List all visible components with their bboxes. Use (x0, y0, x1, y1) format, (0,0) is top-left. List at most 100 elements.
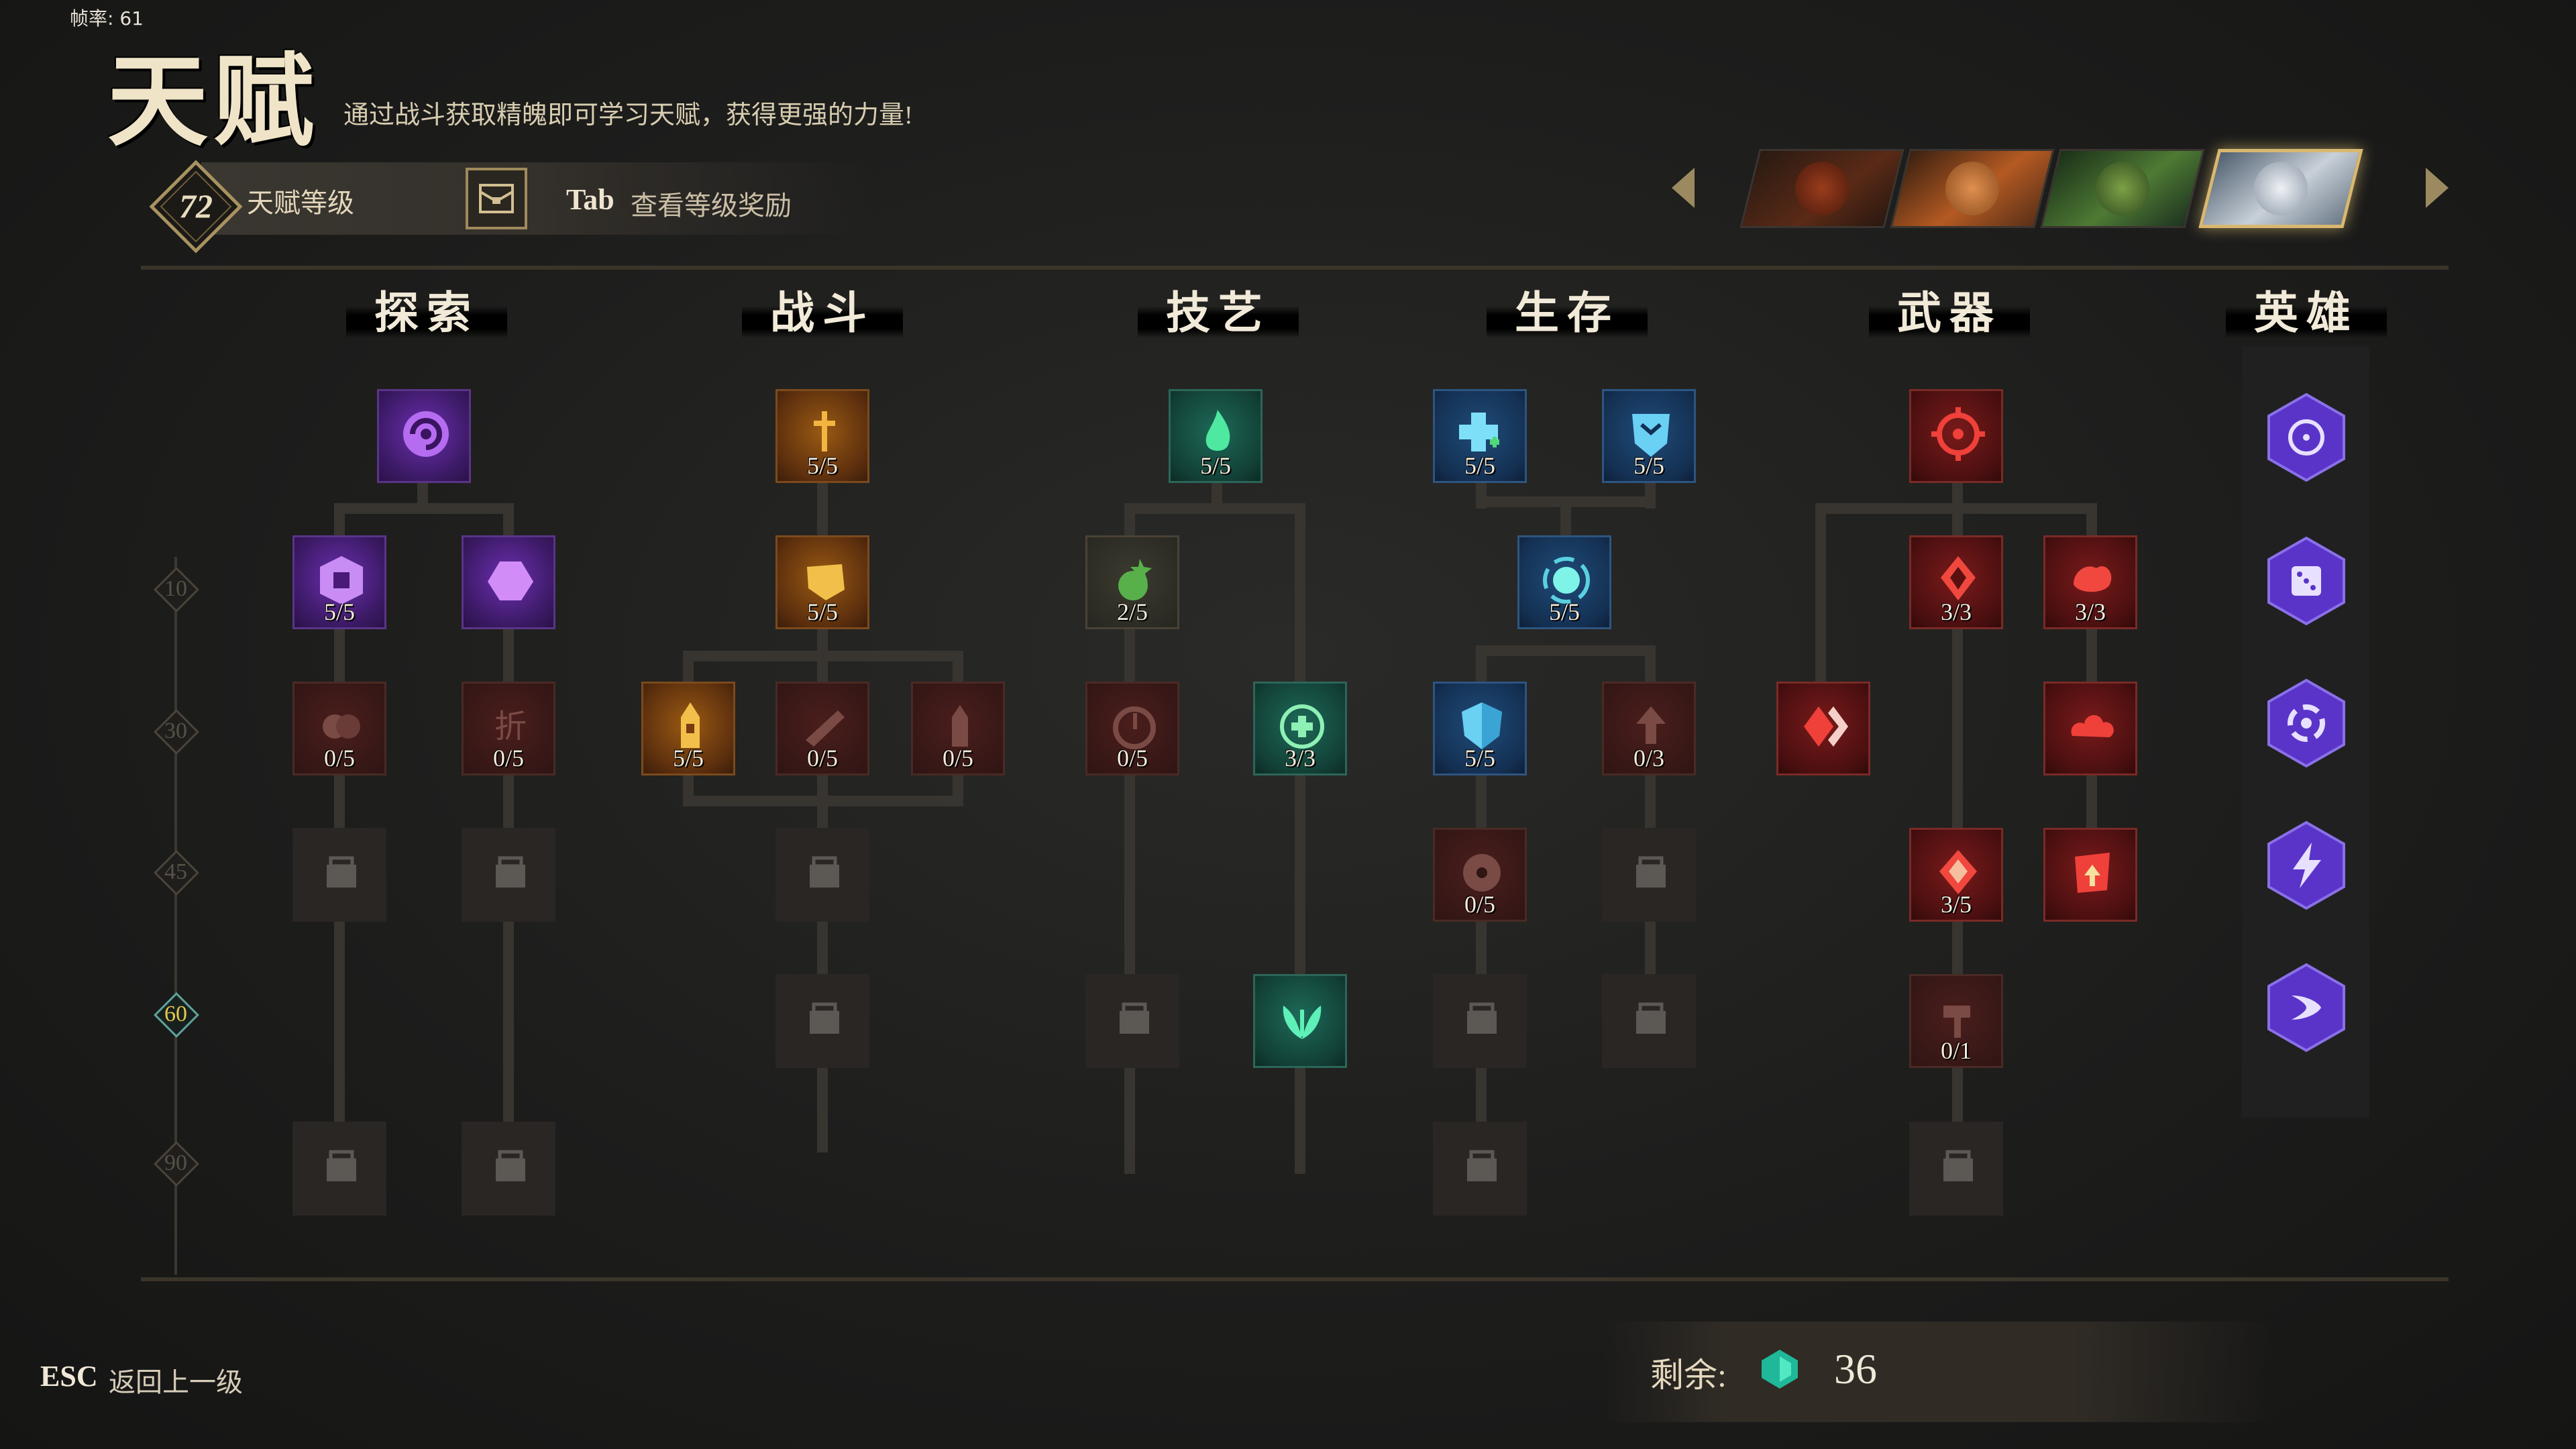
lock-icon (810, 1002, 839, 1034)
talent-combat-bullet[interactable]: 5/5 (641, 682, 735, 775)
lock-icon (810, 856, 839, 888)
connector (1476, 482, 1487, 508)
lock-icon (1467, 1002, 1497, 1034)
locked-talent-slot (775, 974, 869, 1068)
talent-weapon-hammer-locked[interactable]: 0/1 (1909, 974, 2003, 1068)
page-title: 天赋 (107, 47, 320, 158)
locked-talent-slot (1433, 1122, 1527, 1216)
view-level-rewards-text[interactable]: 查看等级奖励 (631, 184, 792, 223)
locked-talent-slot (292, 1122, 386, 1216)
lock-icon (1636, 1002, 1666, 1034)
talent-weapon-upgrade[interactable] (2043, 828, 2137, 922)
level-marker-45: 45 (154, 850, 199, 896)
hero-talent-crosshair[interactable] (2265, 392, 2348, 483)
category-combat: 战斗 (742, 280, 903, 347)
connector (1295, 503, 1305, 1174)
level-marker-10: 10 (154, 567, 199, 612)
prev-hero-arrow-icon[interactable] (1672, 168, 1695, 208)
connector (1645, 482, 1656, 508)
connector (1560, 496, 1571, 537)
back-text[interactable]: 返回上一级 (109, 1360, 243, 1399)
locked-talent-slot (462, 1122, 555, 1216)
hero-talent-swirl[interactable] (2265, 678, 2348, 769)
next-hero-arrow-icon[interactable] (2426, 168, 2449, 208)
connector (1815, 503, 1826, 684)
talent-weapon-cards[interactable] (1776, 682, 1870, 775)
talent-weapon-crosshair[interactable] (1909, 389, 2003, 483)
hero-face-icon (2254, 162, 2308, 215)
hero-talent-dice[interactable] (2265, 535, 2348, 627)
bottom-divider (141, 1277, 2449, 1281)
talent-weapon-gem[interactable]: 3/5 (1909, 828, 2003, 922)
level-marker-60: 60 (154, 992, 199, 1038)
talent-weapon-ricochet[interactable]: 3/3 (1909, 535, 2003, 629)
connector (683, 796, 963, 806)
level-marker-90: 90 (154, 1141, 199, 1187)
talent-combat-shell-locked[interactable]: 0/5 (911, 682, 1005, 775)
talent-weapon-cloud[interactable] (2043, 682, 2137, 775)
hero-portrait-red[interactable] (1739, 149, 1904, 228)
svg-text:折: 折 (494, 708, 527, 745)
lock-icon (496, 1150, 525, 1181)
treasure-chest-icon (479, 184, 514, 213)
talent-explore-pouch[interactable] (462, 535, 555, 629)
talent-explore-vortex[interactable] (377, 389, 471, 483)
locked-talent-slot (1909, 1122, 2003, 1216)
esc-key-hint[interactable]: ESC (40, 1359, 98, 1393)
page-subtitle: 通过战斗获取精魄即可学习天赋，获得更强的力量! (343, 101, 913, 129)
talent-weapon-blast[interactable]: 3/3 (2043, 535, 2137, 629)
talent-explore-coin[interactable]: 5/5 (292, 535, 386, 629)
talent-craft-wings[interactable] (1253, 974, 1347, 1068)
hero-face-icon (1945, 162, 1999, 215)
locked-talent-slot (462, 828, 555, 922)
lock-icon (1636, 856, 1666, 888)
talent-craft-heal[interactable]: 3/3 (1253, 682, 1347, 775)
locked-talent-slot (1085, 974, 1179, 1068)
remaining-value: 36 (1834, 1345, 1877, 1393)
tab-key-hint: Tab (566, 183, 614, 216)
category-craft: 技艺 (1138, 280, 1299, 347)
talent-survival-shield[interactable]: 5/5 (1433, 682, 1527, 775)
pouch-icon (488, 561, 533, 600)
talent-combat-armor[interactable]: 5/5 (775, 535, 869, 629)
talent-level-value: 72 (179, 187, 213, 225)
locked-talent-slot (1602, 974, 1696, 1068)
lock-icon (1467, 1150, 1497, 1181)
soul-gem-icon (1762, 1350, 1798, 1389)
connector (683, 651, 963, 661)
talent-combat-blade-locked[interactable]: 0/5 (775, 682, 869, 775)
talent-level-label: 天赋等级 (247, 188, 354, 218)
connector (1476, 645, 1656, 656)
dice-icon (2292, 566, 2321, 596)
hero-portrait-green[interactable] (2040, 149, 2205, 228)
crosshair-icon (1931, 407, 1985, 461)
talent-survival-orb[interactable]: 5/5 (1517, 535, 1611, 629)
hero-face-icon (1795, 162, 1849, 215)
talent-craft-flame[interactable]: 5/5 (1169, 389, 1263, 483)
remaining-label: 剩余: (1650, 1356, 1727, 1394)
hero-portrait-white[interactable] (2198, 149, 2363, 228)
talent-survival-shield-mesh[interactable]: 5/5 (1602, 389, 1696, 483)
talent-explore-discount-locked[interactable]: 折 0/5 (462, 682, 555, 775)
locked-talent-slot (292, 828, 386, 922)
connector (1124, 503, 1305, 514)
talent-survival-spin-locked[interactable]: 0/5 (1433, 828, 1527, 922)
lock-icon (327, 856, 356, 888)
category-explore: 探索 (346, 280, 507, 347)
hero-talent-lightning[interactable] (2265, 820, 2348, 911)
lock-icon (327, 1150, 356, 1181)
talent-survival-arrow-locked[interactable]: 0/3 (1602, 682, 1696, 775)
connector (334, 503, 514, 514)
talent-survival-health[interactable]: 5/5 (1433, 389, 1527, 483)
talent-combat-sword[interactable]: 5/5 (775, 389, 869, 483)
lock-icon (1943, 1150, 1973, 1181)
talent-explore-coins-locked[interactable]: 0/5 (292, 682, 386, 775)
talent-craft-bomb[interactable]: 2/5 (1085, 535, 1179, 629)
hero-portrait-fox[interactable] (1890, 149, 2055, 228)
upgrade-scroll-icon (2075, 853, 2110, 893)
locked-talent-slot (1602, 828, 1696, 922)
level-reward-button[interactable] (466, 168, 527, 229)
hero-talent-dash[interactable] (2265, 962, 2348, 1053)
level-marker-30: 30 (154, 709, 199, 755)
talent-craft-gauge-locked[interactable]: 0/5 (1085, 682, 1179, 775)
